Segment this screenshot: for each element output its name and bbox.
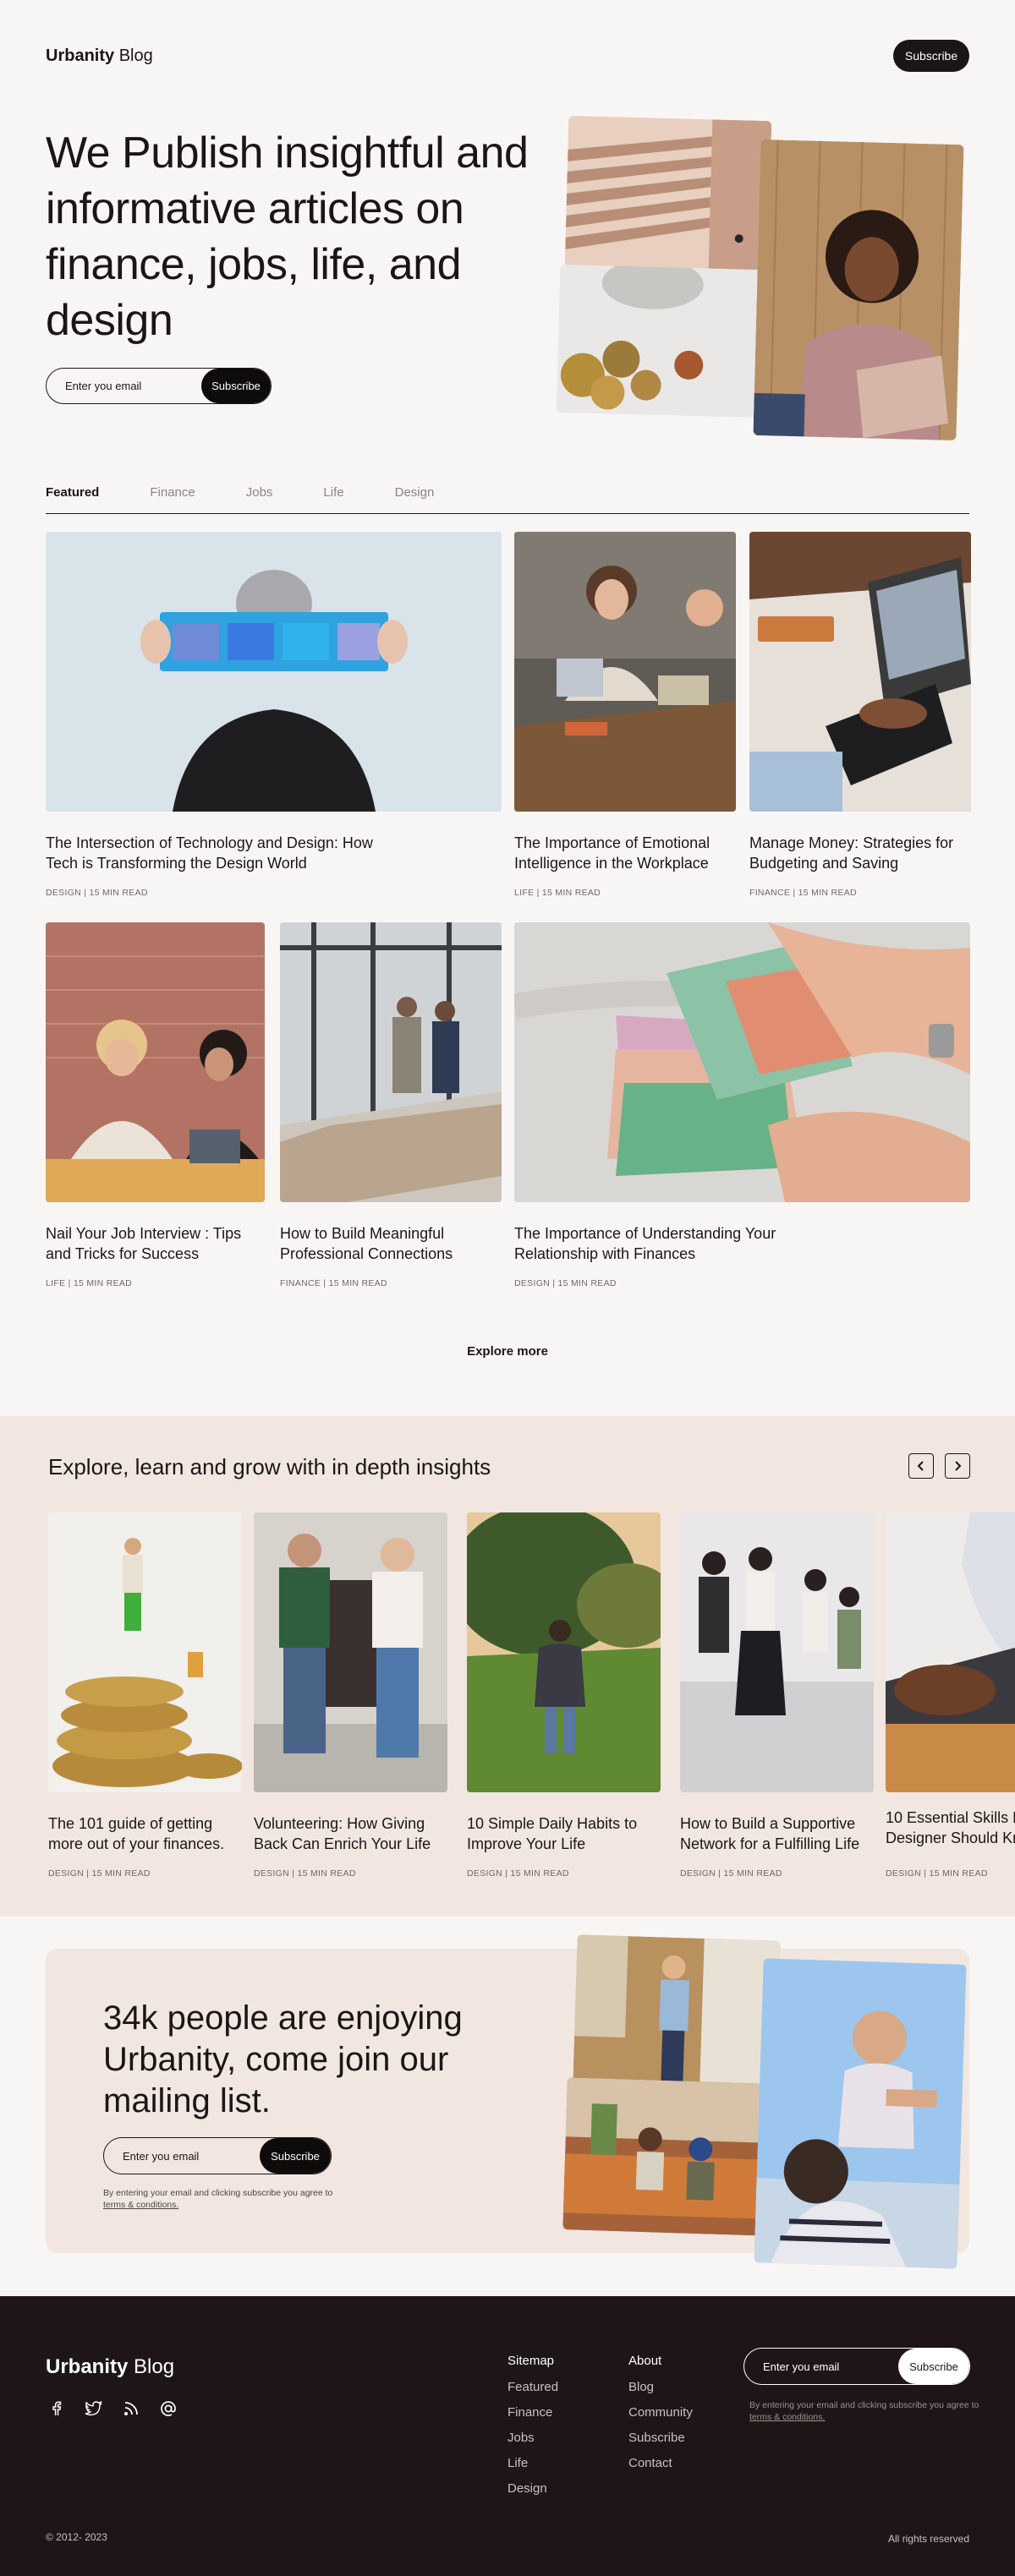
woman-laptop-photo xyxy=(753,139,964,441)
footer-link-finance[interactable]: Finance xyxy=(508,2405,558,2420)
mailing-email-input[interactable]: Enter you email xyxy=(104,2150,260,2163)
insight-title[interactable]: Volunteering: How Giving Back Can Enrich… xyxy=(254,1813,448,1854)
copyright: © 2012- 2023 xyxy=(46,2531,107,2543)
footer-link-community[interactable]: Community xyxy=(628,2405,693,2420)
footer-link-jobs[interactable]: Jobs xyxy=(508,2431,558,2445)
footer-link-blog[interactable]: Blog xyxy=(628,2380,693,2394)
footer-terms-note: By entering your email and clicking subs… xyxy=(749,2399,986,2423)
top-bar: Urbanity Blog Subscribe xyxy=(46,39,969,73)
article-image-tech-design[interactable] xyxy=(46,532,502,812)
insight-meta: DESIGN | 15 MIN READ xyxy=(48,1868,151,1879)
social-links xyxy=(46,2398,179,2420)
article-title[interactable]: Manage Money: Strategies for Budgeting a… xyxy=(749,833,971,873)
page: Urbanity Blog Subscribe We Publish insig… xyxy=(0,0,1015,2576)
carousel-prev-button[interactable] xyxy=(908,1453,934,1479)
insight-meta: DESIGN | 15 MIN READ xyxy=(254,1868,356,1879)
article-title[interactable]: Nail Your Job Interview : Tips and Trick… xyxy=(46,1223,266,1264)
sitemap-heading: Sitemap xyxy=(508,2354,555,2368)
logo-bold: Urbanity xyxy=(46,46,115,65)
mailing-list-title: 34k people are enjoying Urbanity, come j… xyxy=(103,1999,463,2119)
category-tabs: Featured Finance Jobs Life Design xyxy=(46,482,969,514)
hero-email-input[interactable]: Enter you email xyxy=(47,380,201,392)
mailing-subscribe-button[interactable]: Subscribe xyxy=(260,2138,331,2174)
footer-terms-link[interactable]: terms & conditions. xyxy=(749,2412,825,2422)
article-title[interactable]: The Importance of Emotional Intelligence… xyxy=(514,833,743,873)
article-title[interactable]: How to Build Meaningful Professional Con… xyxy=(280,1223,502,1264)
family-baby-photo xyxy=(754,1958,967,2269)
footer-email-input[interactable]: Enter you email xyxy=(744,2360,898,2373)
hero-email-form: Enter you email Subscribe xyxy=(46,368,272,404)
footer-link-featured[interactable]: Featured xyxy=(508,2380,558,2394)
site-footer: Urbanity Blog Sitemap Featured Finance J… xyxy=(0,2296,1015,2576)
insight-image-network[interactable] xyxy=(680,1512,874,1792)
insight-title[interactable]: 10 Essential Skills Every Designer Shoul… xyxy=(886,1808,1015,1848)
article-title[interactable]: The Intersection of Technology and Desig… xyxy=(46,833,384,873)
tab-design[interactable]: Design xyxy=(395,482,435,513)
article-image-manage-money[interactable] xyxy=(749,532,971,812)
coins-photo xyxy=(556,264,764,418)
article-meta: DESIGN | 15 MIN READ xyxy=(46,888,148,898)
footer-email-form: Enter you email Subscribe xyxy=(743,2348,970,2385)
article-image-finances[interactable] xyxy=(514,922,970,1202)
about-heading: About xyxy=(628,2354,662,2368)
insight-image-designer-skills[interactable] xyxy=(886,1512,1015,1792)
insights-title: Explore, learn and grow with in depth in… xyxy=(48,1454,491,1479)
mailing-email-form: Enter you email Subscribe xyxy=(103,2137,332,2174)
insight-title[interactable]: The 101 guide of getting more out of you… xyxy=(48,1813,244,1854)
twitter-icon[interactable] xyxy=(83,2398,105,2420)
facebook-icon[interactable] xyxy=(46,2398,68,2420)
insight-meta: DESIGN | 15 MIN READ xyxy=(886,1868,988,1879)
footer-link-contact[interactable]: Contact xyxy=(628,2456,693,2470)
header-subscribe-button[interactable]: Subscribe xyxy=(893,40,969,72)
footer-logo[interactable]: Urbanity Blog xyxy=(46,2355,174,2379)
woman-notebook-photo xyxy=(573,1934,781,2089)
footer-subscribe-button[interactable]: Subscribe xyxy=(898,2349,969,2384)
footer-about: About Blog Community Subscribe Contact xyxy=(628,2354,693,2481)
footer-logo-light: Blog xyxy=(134,2355,175,2378)
article-image-emotional-intelligence[interactable] xyxy=(514,532,736,812)
stairs-photo xyxy=(564,115,772,274)
at-icon[interactable] xyxy=(157,2398,179,2420)
article-title[interactable]: The Importance of Understanding Your Rel… xyxy=(514,1223,836,1264)
footer-link-life[interactable]: Life xyxy=(508,2456,558,2470)
article-meta: FINANCE | 15 MIN READ xyxy=(749,888,857,898)
insight-image-habits[interactable] xyxy=(467,1512,661,1792)
mailing-terms-note: By entering your email and clicking subs… xyxy=(103,2187,348,2211)
footer-link-subscribe[interactable]: Subscribe xyxy=(628,2431,693,2445)
hero-subscribe-button[interactable]: Subscribe xyxy=(201,369,271,403)
insight-title[interactable]: How to Build a Supportive Network for a … xyxy=(680,1813,876,1854)
chevron-left-icon xyxy=(915,1460,927,1472)
mailing-terms-text: By entering your email and clicking subs… xyxy=(103,2188,333,2198)
footer-sitemap: Sitemap Featured Finance Jobs Life Desig… xyxy=(508,2354,558,2507)
insight-image-finances[interactable] xyxy=(48,1512,242,1792)
tab-finance[interactable]: Finance xyxy=(150,482,195,513)
tab-jobs[interactable]: Jobs xyxy=(246,482,273,513)
article-meta: LIFE | 15 MIN READ xyxy=(514,888,601,898)
rights-reserved: All rights reserved xyxy=(887,2533,969,2545)
footer-logo-bold: Urbanity xyxy=(46,2355,129,2378)
tab-featured[interactable]: Featured xyxy=(46,482,99,513)
rss-icon[interactable] xyxy=(120,2398,142,2420)
insight-title[interactable]: 10 Simple Daily Habits to Improve Your L… xyxy=(467,1813,663,1854)
mailing-terms-link[interactable]: terms & conditions. xyxy=(103,2200,178,2210)
article-meta: DESIGN | 15 MIN READ xyxy=(514,1278,617,1288)
footer-terms-text: By entering your email and clicking subs… xyxy=(749,2400,979,2410)
article-meta: FINANCE | 15 MIN READ xyxy=(280,1278,387,1288)
logo-light: Blog xyxy=(118,46,153,65)
hero-title: We Publish insightful and informative ar… xyxy=(46,129,529,345)
explore-more-link[interactable]: Explore more xyxy=(0,1344,1015,1359)
article-image-connections[interactable] xyxy=(280,922,502,1202)
footer-link-design[interactable]: Design xyxy=(508,2481,558,2496)
article-meta: LIFE | 15 MIN READ xyxy=(46,1278,133,1288)
insight-meta: DESIGN | 15 MIN READ xyxy=(680,1868,782,1879)
article-image-job-interview[interactable] xyxy=(46,922,265,1202)
site-logo[interactable]: Urbanity Blog xyxy=(46,46,153,66)
chevron-right-icon xyxy=(952,1460,963,1472)
carousel-next-button[interactable] xyxy=(945,1453,970,1479)
friends-couch-photo xyxy=(562,2077,771,2236)
insight-meta: DESIGN | 15 MIN READ xyxy=(467,1868,569,1879)
insight-image-volunteering[interactable] xyxy=(254,1512,447,1792)
tab-life[interactable]: Life xyxy=(323,482,343,513)
